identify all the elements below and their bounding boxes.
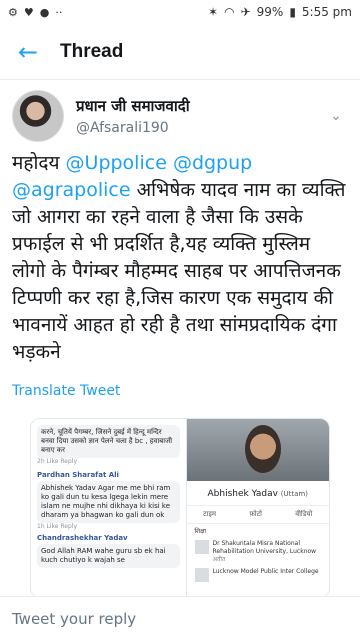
comment-bubble: Abhishek Yadav Agar me me bhi ram ko gal… — [37, 481, 180, 523]
messages-icon: ● — [39, 5, 50, 19]
comment-meta: 2h Like Reply — [37, 458, 78, 465]
education-item: Dr Shakuntala Misra National Rehabilitat… — [194, 540, 322, 564]
comment-author: Chandrashekhar Yadav — [37, 534, 128, 542]
page-title: Thread — [60, 40, 124, 62]
battery-icon: ▮ — [289, 5, 296, 19]
reply-input[interactable]: Tweet your reply — [0, 596, 360, 640]
education-heading: शिक्षा — [194, 528, 207, 535]
airplane-icon: ✈ — [240, 5, 251, 19]
status-left: ⚙ ♥ ● ·· — [8, 6, 62, 19]
profile-cover-photo — [186, 419, 329, 481]
comment-bubble: God Allah RAM wahe guru sb ek hai kuch c… — [37, 544, 180, 568]
heart-icon: ♥ — [23, 5, 34, 19]
user-handle[interactable]: @Afsarali190 — [76, 120, 324, 136]
mention-link[interactable]: @agrapolice — [12, 179, 131, 201]
tweet-media[interactable]: करने, चूतियें पैगम्बर, जिसने दुबई में हि… — [30, 418, 330, 598]
status-bar: ⚙ ♥ ● ·· ✶ ◠ ✈ 99% ▮ 5:55 pm — [0, 0, 360, 24]
profile-name: Abhishek Yadav (Uttam) — [187, 489, 330, 499]
clock: 5:55 pm — [301, 5, 352, 19]
education-sub: अतीत — [212, 556, 226, 563]
status-right: ✶ ◠ ✈ 99% ▮ 5:55 pm — [208, 5, 352, 19]
profile-name-text: Abhishek Yadav — [207, 489, 278, 499]
profile-name-sub: (Uttam) — [280, 490, 308, 498]
school-icon — [194, 568, 209, 582]
comment: Chandrashekhar Yadav God Allah RAM wahe … — [37, 534, 180, 568]
profile-tab: टाइम — [203, 510, 217, 518]
more-dots-icon: ·· — [55, 5, 63, 19]
display-name[interactable]: प्रधान जी समाजवादी — [76, 96, 324, 116]
tweet-text: महोदय @Uppolice @dgpup @agrapolice अभिषे… — [12, 150, 348, 366]
comment-meta: 1h Like Reply — [37, 523, 78, 530]
media-image-comments[interactable]: करने, चूतियें पैगम्बर, जिसने दुबई में हि… — [31, 419, 187, 597]
chevron-down-icon[interactable]: ⌄ — [324, 104, 348, 128]
education-name: Dr Shakuntala Misra National Rehabilitat… — [212, 540, 317, 555]
profile-tabs: टाइम फ़ोटो वीडियो — [186, 505, 329, 524]
comment-bubble: करने, चूतियें पैगम्बर, जिसने दुबई में हि… — [37, 425, 180, 458]
education-item: Lucknow Model Public Inter College — [194, 568, 322, 582]
avatar[interactable] — [12, 90, 64, 142]
tweet-text-part: अभिषेक यादव नाम का व्यक्ति जो आगरा का रह… — [12, 179, 346, 363]
media-image-profile[interactable]: Abhishek Yadav (Uttam) टाइम फ़ोटो वीडियो… — [186, 419, 330, 597]
education-section: शिक्षा Dr Shakuntala Misra National Reha… — [187, 524, 330, 586]
comment-author: Pardhan Sharafat Ali — [37, 471, 119, 479]
education-name: Lucknow Model Public Inter College — [212, 568, 319, 575]
wifi-icon: ◠ — [224, 5, 235, 19]
vibrate-icon: ✶ — [208, 5, 219, 19]
profile-tab: वीडियो — [295, 510, 313, 518]
back-arrow-icon[interactable]: ← — [0, 24, 56, 80]
comment: Pardhan Sharafat Ali Abhishek Yadav Agar… — [37, 471, 180, 530]
author-info: प्रधान जी समाजवादी @Afsarali190 — [76, 96, 324, 136]
profile-photo — [244, 425, 281, 473]
app-bar: ← Thread — [0, 24, 360, 80]
school-icon — [194, 540, 209, 554]
profile-tab: फ़ोटो — [249, 510, 262, 518]
translate-tweet-link[interactable]: Translate Tweet — [12, 383, 120, 399]
settings-icon: ⚙ — [8, 5, 18, 19]
tweet-author: प्रधान जी समाजवादी @Afsarali190 ⌄ — [12, 88, 348, 144]
mention-link[interactable]: @Uppolice — [66, 152, 167, 174]
battery-text: 99% — [256, 5, 284, 19]
mention-link[interactable]: @dgpup — [173, 152, 252, 174]
tweet-text-part: महोदय — [12, 152, 66, 174]
